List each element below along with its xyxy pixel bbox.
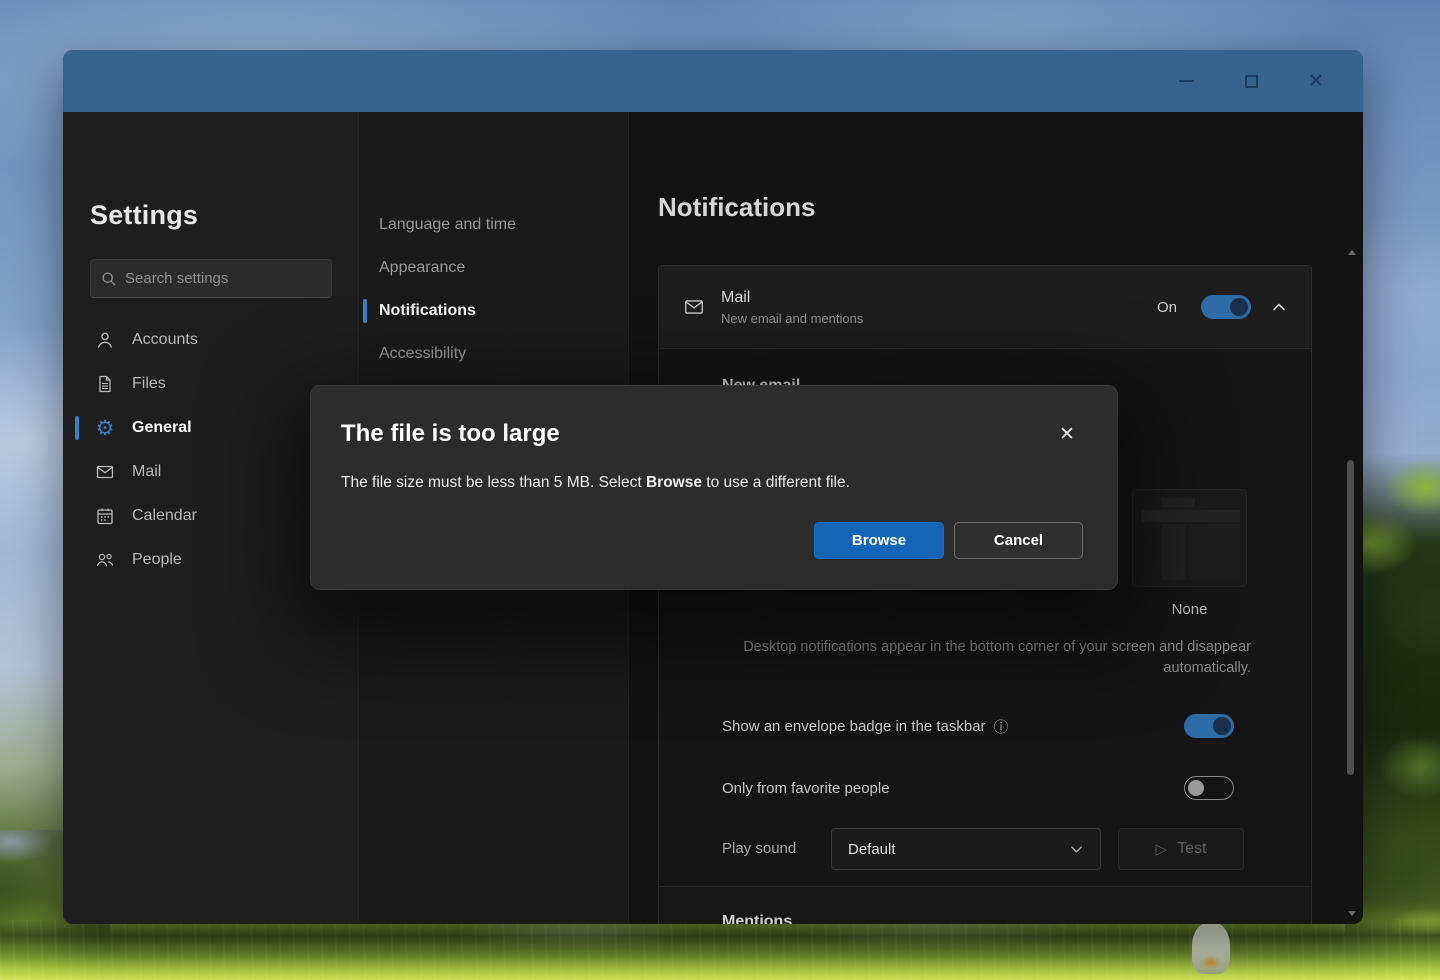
chevron-down-icon <box>1069 842 1084 857</box>
sidebar-item-label: Files <box>132 375 166 393</box>
play-icon: ▷ <box>1156 840 1168 858</box>
search-icon <box>101 271 117 287</box>
dialog-message: The file size must be less than 5 MB. Se… <box>341 474 850 492</box>
mail-section-subtitle: New email and mentions <box>721 311 863 326</box>
wallpaper-figure <box>1192 922 1230 974</box>
window-controls: ✕ <box>1163 50 1339 112</box>
close-button[interactable]: ✕ <box>1293 61 1339 101</box>
banner-style-option-none[interactable]: None <box>1132 489 1247 618</box>
document-icon <box>94 373 116 395</box>
selection-indicator <box>75 416 79 440</box>
sidebar-item-label: Mail <box>132 463 161 481</box>
banner-none-label: None <box>1132 601 1247 618</box>
browse-button[interactable]: Browse <box>814 522 944 559</box>
sound-select[interactable]: Default <box>831 828 1101 870</box>
badge-row-label: Show an envelope badge in the taskbar <box>722 718 986 735</box>
play-sound-label: Play sound <box>722 840 796 857</box>
sidebar-item-label: Accounts <box>132 331 198 349</box>
toggle-state-label: On <box>1157 299 1177 316</box>
dialog-title: The file is too large <box>341 420 560 448</box>
mentions-title: Mentions <box>722 913 792 924</box>
cancel-button[interactable]: Cancel <box>954 522 1083 559</box>
minimize-icon <box>1179 80 1194 82</box>
window-titlebar[interactable]: ✕ <box>63 50 1363 112</box>
close-icon: ✕ <box>1308 72 1324 91</box>
mail-notifications-card: Mail New email and mentions On New email… <box>658 265 1312 924</box>
settings-title: Settings <box>90 200 198 231</box>
subnav-item-notifications[interactable]: Notifications <box>359 289 628 332</box>
mail-section-header[interactable]: Mail New email and mentions On <box>659 266 1311 349</box>
scroll-up-arrow[interactable] <box>1348 250 1356 255</box>
info-icon[interactable]: ⓘ <box>994 716 1009 737</box>
people-icon <box>94 549 116 571</box>
favorites-setting-row: Only from favorite people <box>722 768 1249 808</box>
vertical-scrollbar[interactable] <box>1345 248 1357 918</box>
search-input[interactable] <box>125 270 324 287</box>
sidebar-item-label: Calendar <box>132 507 197 525</box>
sidebar-item-label: People <box>132 551 182 569</box>
envelope-icon <box>94 461 116 483</box>
sidebar-item-accounts[interactable]: Accounts <box>63 318 358 362</box>
gear-icon: ⚙ <box>94 417 116 439</box>
close-icon: ✕ <box>1059 423 1075 446</box>
subnav-item-appearance[interactable]: Appearance <box>359 246 628 289</box>
dialog-close-button[interactable]: ✕ <box>1053 420 1081 448</box>
desktop-notifications-description: Desktop notifications appear in the bott… <box>722 637 1251 679</box>
favorites-row-label: Only from favorite people <box>722 780 890 797</box>
envelope-icon <box>683 296 705 318</box>
subnav-item-accessibility[interactable]: Accessibility <box>359 332 628 375</box>
selection-indicator <box>363 299 367 323</box>
maximize-icon <box>1245 75 1258 88</box>
subnav-item-language-and-time[interactable]: Language and time <box>359 203 628 246</box>
banner-none-thumbnail <box>1132 489 1247 587</box>
sidebar-item-label: General <box>132 419 192 437</box>
minimize-button[interactable] <box>1163 61 1209 101</box>
calendar-icon <box>94 505 116 527</box>
maximize-button[interactable] <box>1228 61 1274 101</box>
mail-notifications-toggle[interactable] <box>1201 295 1251 319</box>
person-icon <box>94 329 116 351</box>
scroll-down-arrow[interactable] <box>1348 911 1356 916</box>
mail-section-title: Mail <box>721 289 863 307</box>
file-too-large-dialog: The file is too large ✕ The file size mu… <box>310 385 1118 590</box>
sound-select-value: Default <box>848 841 1069 858</box>
chevron-up-icon[interactable] <box>1271 299 1287 315</box>
badge-toggle[interactable] <box>1184 714 1234 738</box>
play-sound-row: Play sound Default ▷ Test <box>722 828 1249 870</box>
search-box <box>90 259 332 298</box>
mentions-section[interactable]: Mentions When someone @ mentions you in … <box>659 886 1311 924</box>
scrollbar-thumb[interactable] <box>1347 460 1354 775</box>
dialog-actions: Browse Cancel <box>814 522 1083 559</box>
favorites-toggle[interactable] <box>1184 776 1234 800</box>
page-title: Notifications <box>658 192 815 223</box>
test-sound-button[interactable]: ▷ Test <box>1118 828 1244 870</box>
test-button-label: Test <box>1177 840 1206 858</box>
badge-setting-row: Show an envelope badge in the taskbar ⓘ <box>722 706 1249 746</box>
